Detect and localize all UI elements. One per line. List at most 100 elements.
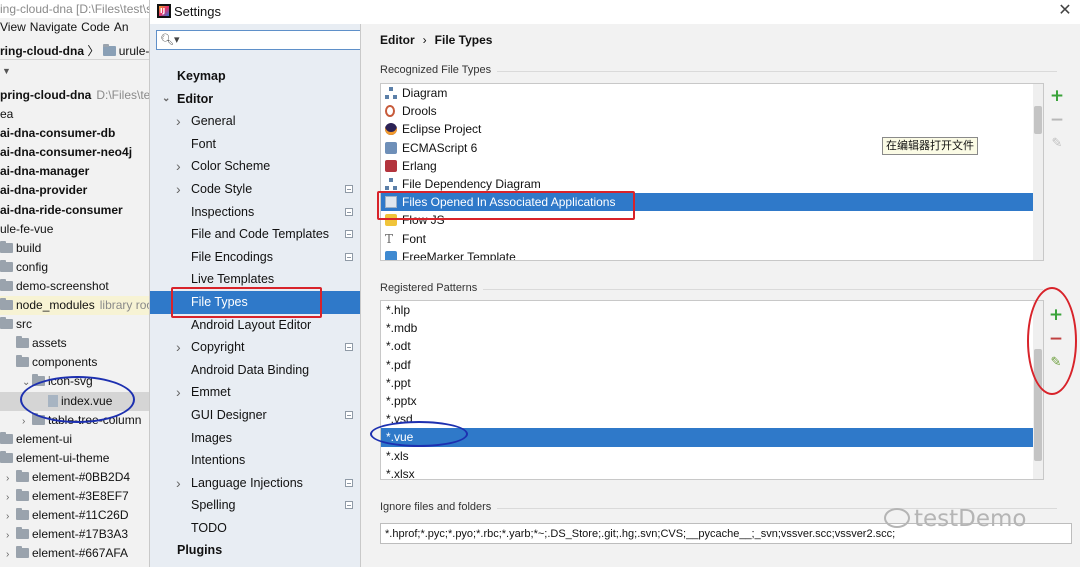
chevron-right-icon[interactable]: › [6, 526, 16, 545]
project-tree-item[interactable]: › element-#667AFA [0, 544, 149, 564]
add-pattern-button[interactable]: + [1047, 306, 1065, 324]
file-type-item[interactable]: Flow JS [381, 211, 1043, 229]
file-type-item[interactable]: Files Opened In Associated Applications [381, 193, 1043, 212]
nav-item-spelling[interactable]: Spelling [150, 494, 360, 517]
add-file-type-button[interactable]: + [1048, 87, 1066, 105]
project-tree-item[interactable]: element-ui-theme [0, 449, 149, 468]
file-type-item[interactable]: Erlang [381, 157, 1043, 175]
nav-item-color-scheme[interactable]: › Color Scheme [150, 155, 360, 178]
chevron-right-icon[interactable]: › [6, 545, 16, 564]
project-tree-item[interactable]: src [0, 315, 149, 334]
project-tree-item[interactable]: pring-cloud-dna D:\Files\te [0, 86, 149, 105]
chevron-down-icon[interactable]: ⌄ [22, 373, 32, 392]
pattern-item[interactable]: *.ppt [381, 374, 1043, 392]
file-type-item[interactable]: Drools [381, 102, 1043, 120]
nav-item-plugins[interactable]: Plugins [150, 539, 360, 562]
close-button[interactable]: ✕ [1056, 1, 1074, 21]
pattern-item[interactable]: *.vsd [381, 410, 1043, 428]
chevron-down-icon[interactable]: ⌄ [162, 88, 170, 110]
nav-item-android-layout-editor[interactable]: Android Layout Editor [150, 314, 360, 337]
chevron-right-icon[interactable]: › [176, 381, 181, 403]
pattern-item[interactable]: *.vue [381, 428, 1043, 447]
nav-item-gui-designer[interactable]: GUI Designer [150, 404, 360, 427]
pattern-item[interactable]: *.hlp [381, 301, 1043, 319]
chevron-right-icon[interactable]: › [6, 469, 16, 488]
chevron-right-icon[interactable]: › [176, 155, 181, 177]
nav-item-live-templates[interactable]: Live Templates [150, 268, 360, 291]
nav-item-file-encodings[interactable]: File Encodings [150, 246, 360, 269]
settings-search-input[interactable] [177, 32, 357, 48]
menu-item[interactable]: An [114, 18, 133, 34]
chevron-right-icon[interactable]: › [176, 336, 181, 358]
nav-item-code-style[interactable]: › Code Style [150, 178, 360, 201]
remove-file-type-button[interactable]: − [1048, 111, 1066, 129]
project-tree-item[interactable]: assets [0, 334, 149, 353]
remove-pattern-button[interactable]: − [1047, 330, 1065, 348]
nav-item-intentions[interactable]: Intentions [150, 449, 360, 472]
project-tree-item[interactable]: › element-#3E8EF7 [0, 487, 149, 507]
project-tree-item[interactable]: › element-#17B3A3 [0, 525, 149, 545]
file-types-scroll-thumb[interactable] [1034, 106, 1042, 134]
edit-pattern-button[interactable]: ✎ [1047, 354, 1065, 372]
project-tree-item[interactable]: index.vue [0, 391, 149, 411]
menu-item[interactable]: Navigate [30, 18, 81, 34]
project-tree-item[interactable]: build [0, 239, 149, 258]
project-tree-item[interactable]: ai-dna-consumer-neo4j [0, 143, 149, 162]
chevron-right-icon[interactable]: › [6, 488, 16, 507]
breadcrumb-project[interactable]: ring-cloud-dna [0, 40, 84, 58]
project-tree-item[interactable]: ai-dna-consumer-db [0, 124, 149, 143]
chevron-right-icon[interactable]: › [176, 110, 181, 132]
pattern-item[interactable]: *.mdb [381, 319, 1043, 337]
project-tree-item[interactable]: node_modules library root [0, 296, 149, 316]
chevron-right-icon[interactable]: › [6, 507, 16, 526]
nav-item-images[interactable]: Images [150, 427, 360, 450]
nav-item-general[interactable]: › General [150, 110, 360, 133]
nav-item-keymap[interactable]: Keymap [150, 65, 360, 88]
registered-patterns-list[interactable]: *.hlp *.mdb *.odt *.pdf *.ppt *.pptx *.vsd *.vu… [380, 300, 1044, 480]
pattern-item[interactable]: *.pdf [381, 356, 1043, 374]
menu-item[interactable]: Code [81, 18, 114, 34]
chevron-right-icon[interactable]: › [176, 472, 181, 494]
patterns-scroll-thumb[interactable] [1034, 349, 1042, 461]
edit-file-type-button[interactable]: ✎ [1048, 135, 1066, 153]
project-tree-item[interactable]: ule-fe-vue [0, 220, 149, 239]
project-tree-item[interactable]: › element-#0BB2D4 [0, 468, 149, 488]
menu-item[interactable]: View [0, 18, 30, 34]
project-tree-item[interactable]: ai-dna-manager [0, 162, 149, 181]
project-tree-item[interactable]: ea [0, 105, 149, 124]
nav-item-emmet[interactable]: › Emmet [150, 381, 360, 404]
nav-item-inspections[interactable]: Inspections [150, 201, 360, 224]
breadcrumb-module[interactable]: urule-fe [102, 40, 149, 58]
project-tree-item[interactable]: › table-tree-column [0, 411, 149, 431]
file-type-item[interactable]: T Font [381, 230, 1043, 248]
file-type-item[interactable]: Eclipse Project [381, 120, 1043, 138]
pattern-item[interactable]: *.xls [381, 447, 1043, 465]
nav-item-file-types[interactable]: File Types [150, 290, 360, 314]
project-tree-item[interactable]: config [0, 258, 149, 277]
nav-item-android-data-binding[interactable]: Android Data Binding [150, 359, 360, 382]
file-type-item[interactable]: FreeMarker Template [381, 248, 1043, 260]
nav-item-copyright[interactable]: › Copyright [150, 336, 360, 359]
pattern-item[interactable]: *.pptx [381, 392, 1043, 410]
project-tree-item[interactable]: element-ui [0, 430, 149, 449]
chevron-right-icon[interactable]: › [176, 178, 181, 200]
nav-item-file-and-code-templates[interactable]: File and Code Templates [150, 223, 360, 246]
nav-item-editor[interactable]: ⌄ Editor [150, 88, 360, 111]
nav-item-font[interactable]: Font [150, 133, 360, 156]
collapse-arrow-icon[interactable]: ▼ [2, 66, 11, 76]
pattern-item[interactable]: *.odt [381, 337, 1043, 355]
project-tree-item[interactable]: ai-dna-ride-consumer [0, 201, 149, 220]
nav-item-language-injections[interactable]: › Language Injections [150, 472, 360, 495]
file-type-item[interactable]: Diagram [381, 84, 1043, 102]
recognized-file-types-list[interactable]: Diagram Drools Eclipse Project ECMAScript 6… [380, 83, 1044, 261]
project-tree-item[interactable]: ⌄ icon-svg [0, 372, 149, 392]
project-tree-item[interactable]: demo-screenshot [0, 277, 149, 296]
chevron-right-icon[interactable]: › [22, 412, 32, 431]
project-tree-item[interactable]: ai-dna-provider [0, 181, 149, 200]
settings-search-box[interactable]: 🔍︎▾ [156, 30, 360, 50]
project-tree-item[interactable]: › element-#11C26D [0, 506, 149, 526]
project-tree-item[interactable]: components [0, 353, 149, 372]
file-type-item[interactable]: File Dependency Diagram [381, 175, 1043, 193]
nav-item-todo[interactable]: TODO [150, 517, 360, 540]
pattern-item[interactable]: *.xlsx [381, 465, 1043, 479]
